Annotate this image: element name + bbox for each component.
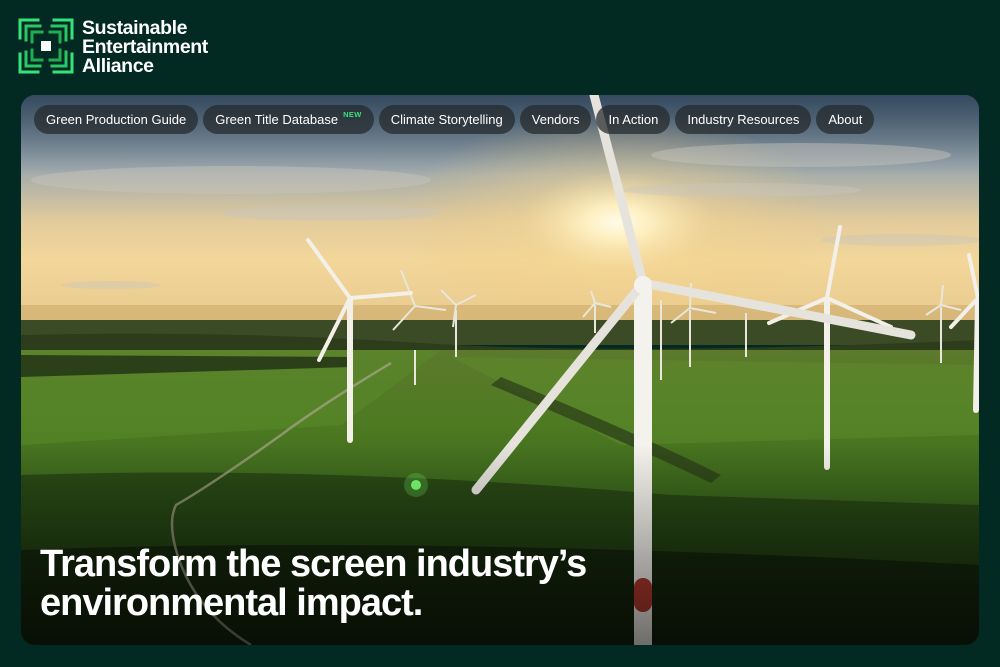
nav-vendors[interactable]: Vendors (519, 105, 592, 134)
nav-label: Climate Storytelling (390, 112, 503, 127)
nav-in-action[interactable]: In Action (596, 105, 671, 134)
nav-label: About (828, 112, 863, 127)
nav-climate-storytelling[interactable]: Climate Storytelling (378, 105, 515, 134)
main-nav: Green Production Guide Green Title Datab… (34, 105, 875, 134)
brand-name-line-3: Alliance (82, 55, 154, 77)
nav-label: Industry Resources (687, 112, 800, 127)
nav-label: Green Title Database (215, 112, 339, 127)
nav-label: Green Production Guide (46, 112, 187, 127)
brand-name: Sustainable Entertainment Alliance (82, 18, 208, 77)
hero-headline-line-2: environmental impact. (40, 582, 423, 624)
nav-industry-resources[interactable]: Industry Resources (675, 105, 812, 134)
hero-banner: Green Production Guide Green Title Datab… (21, 95, 979, 645)
nav-green-title-database[interactable]: Green Title Database NEW (203, 105, 374, 134)
hero-headline-line-1: Transform the screen industry’s (40, 543, 587, 585)
hero-headline: Transform the screen industry’s environm… (40, 543, 587, 624)
brand-logo[interactable]: Sustainable Entertainment Alliance (18, 18, 208, 76)
nav-label: Vendors (531, 112, 580, 127)
nav-label: In Action (608, 112, 659, 127)
logo-icon (18, 18, 74, 74)
nav-green-production-guide[interactable]: Green Production Guide (34, 105, 199, 134)
new-badge: NEW (343, 110, 362, 119)
nav-about[interactable]: About (816, 105, 875, 134)
